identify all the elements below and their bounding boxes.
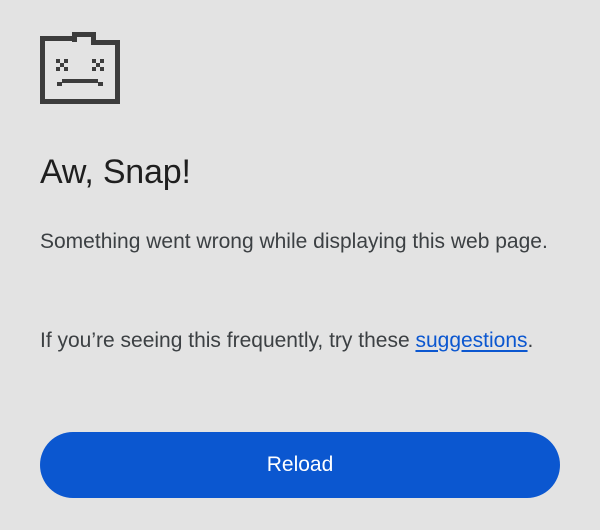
suggestions-link[interactable]: suggestions xyxy=(415,329,527,352)
frequent-error-message: If you’re seeing this frequently, try th… xyxy=(40,324,560,357)
reload-button[interactable]: Reload xyxy=(40,432,560,498)
frequent-error-prefix: If you’re seeing this frequently, try th… xyxy=(40,329,416,352)
sad-tab-icon xyxy=(40,32,120,104)
page-title: Aw, Snap! xyxy=(40,153,191,191)
frequent-error-suffix: . xyxy=(527,329,534,352)
error-description: Something went wrong while displaying th… xyxy=(40,230,548,253)
sad-tab-page: Aw, Snap! Something went wrong while dis… xyxy=(40,0,560,530)
